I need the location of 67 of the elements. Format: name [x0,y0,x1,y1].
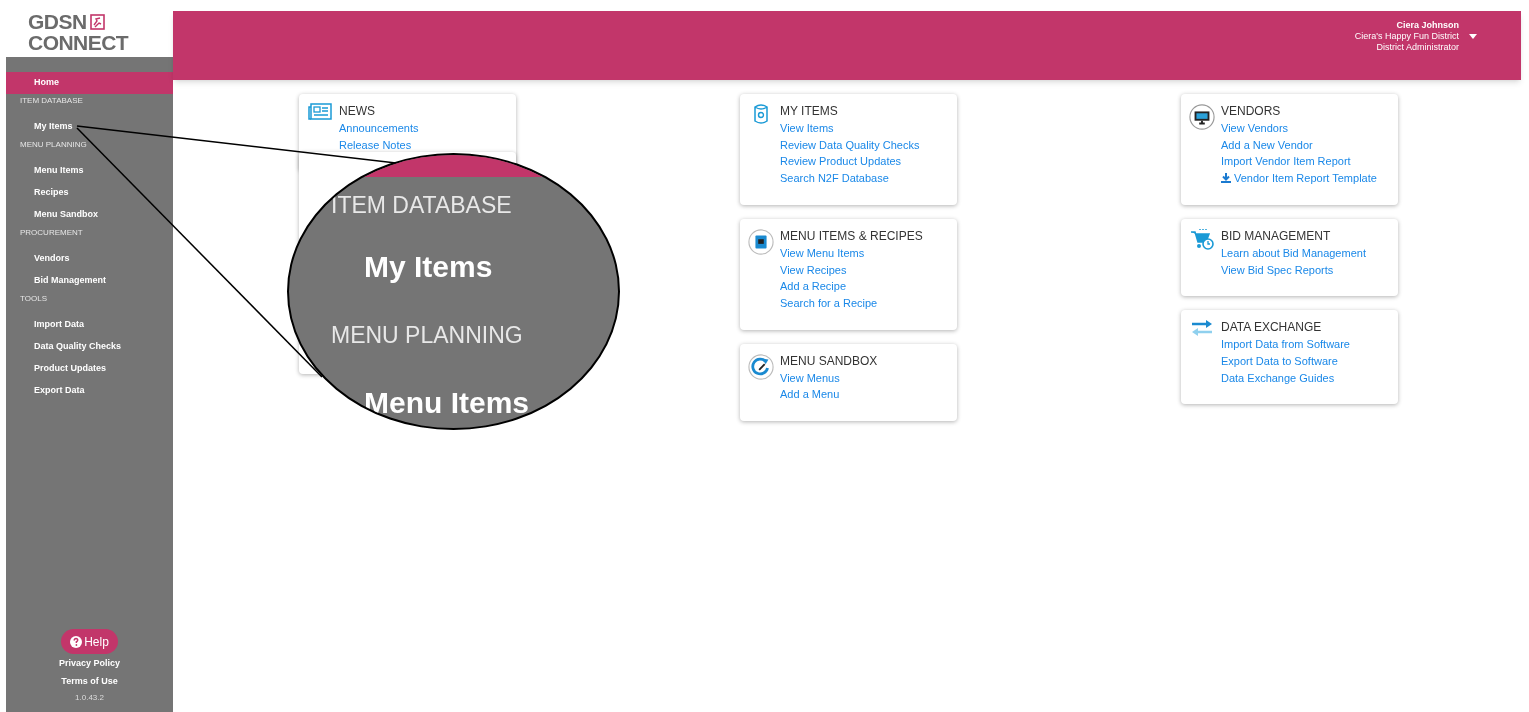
monitor-icon [1189,103,1215,131]
download-icon [1221,173,1231,184]
card-link[interactable]: View Menu Items [780,244,923,262]
footer-link[interactable]: Terms of Use [61,674,118,688]
sidebar-item[interactable]: Vendors [6,248,173,270]
help-button[interactable]: Help [61,629,118,654]
section-label: MENU PLANNING [330,321,524,349]
user-name: Ciera Johnson [1396,20,1459,31]
card-link[interactable]: Review Data Quality Checks [780,136,920,154]
card-link[interactable]: View Recipes [780,261,923,279]
sidebar-item[interactable]: Data Quality Checks [6,336,173,358]
refresh-icon [748,352,774,381]
section-label: PROCUREMENT [19,227,84,239]
card-title: MY ITEMS [780,103,839,119]
section-label: ITEM DATABASE [330,191,513,219]
card-link[interactable]: Learn about Bid Management [1221,244,1366,262]
card-link[interactable]: Review Product Updates [780,153,920,171]
cart-icon [1190,227,1214,250]
card-link[interactable]: Import Vendor Item Report [1221,153,1377,171]
section-label: ITEM DATABASE [19,95,84,107]
logo-text: GDSN [28,12,87,32]
sidebar-item[interactable]: Home [6,72,173,94]
sidebar-item: My Items [363,249,494,285]
card-link[interactable]: Announcements [339,120,419,137]
sidebar-item[interactable]: Menu Items [6,160,173,182]
user-role: District Administrator [1376,42,1459,53]
card-link[interactable]: Vendor Item Report Template [1221,170,1377,187]
version-text: 1.0.43.2 [75,692,104,704]
card-title: BID MANAGEMENT [1221,227,1332,244]
card-title: MENU SANDBOX [780,352,878,369]
district-name: Ciera's Happy Fun District [1354,31,1459,42]
sidebar-item[interactable]: Menu Sandbox [6,204,173,226]
footer-link[interactable]: Privacy Policy [58,657,120,671]
section-label: MENU PLANNING [19,139,88,151]
caret-icon[interactable] [1469,34,1477,39]
card-link[interactable]: Add a Menu [780,386,878,404]
card-link[interactable]: View Vendors [1221,120,1377,137]
card-title: MENU ITEMS & RECIPES [780,227,923,244]
card-link[interactable]: Release Notes [339,136,419,154]
sidebar-item[interactable]: Import Data [6,314,173,336]
exchange-icon [1191,319,1213,338]
card-link[interactable]: View Menus [780,369,878,387]
help-icon [70,635,83,648]
logo-icon [89,14,105,30]
sidebar-item[interactable]: Bid Management [6,270,173,292]
card-link[interactable]: Add a New Vendor [1221,136,1377,154]
sidebar-item[interactable]: Product Updates [6,358,173,380]
book-icon [748,227,774,256]
card-link[interactable]: Data Exchange Guides [1221,369,1350,387]
logo-text: CONNECT [28,32,130,54]
card-title: DATA EXCHANGE [1221,319,1323,336]
card-link[interactable]: View Bid Spec Reports [1221,261,1366,279]
card-link[interactable]: Export Data to Software [1221,352,1350,370]
sidebar-item[interactable]: My Items [6,116,173,138]
sidebar-item[interactable]: Export Data [6,380,173,402]
card-link[interactable]: Search for a Recipe [780,294,923,312]
sidebar-item[interactable]: Recipes [6,182,173,204]
card-link[interactable]: View Items [780,120,920,137]
can-icon [753,103,769,125]
card-link[interactable]: Import Data from Software [1221,336,1350,353]
section-label: TOOLS [19,293,48,305]
card-link[interactable]: Add a Recipe [780,278,923,295]
newspaper-icon [308,103,332,120]
card-title: VENDORS [1221,103,1282,119]
sidebar-item: Menu Items [363,385,531,421]
card-title: NEWS [339,103,376,119]
card-link[interactable]: Search N2F Database [780,170,920,187]
